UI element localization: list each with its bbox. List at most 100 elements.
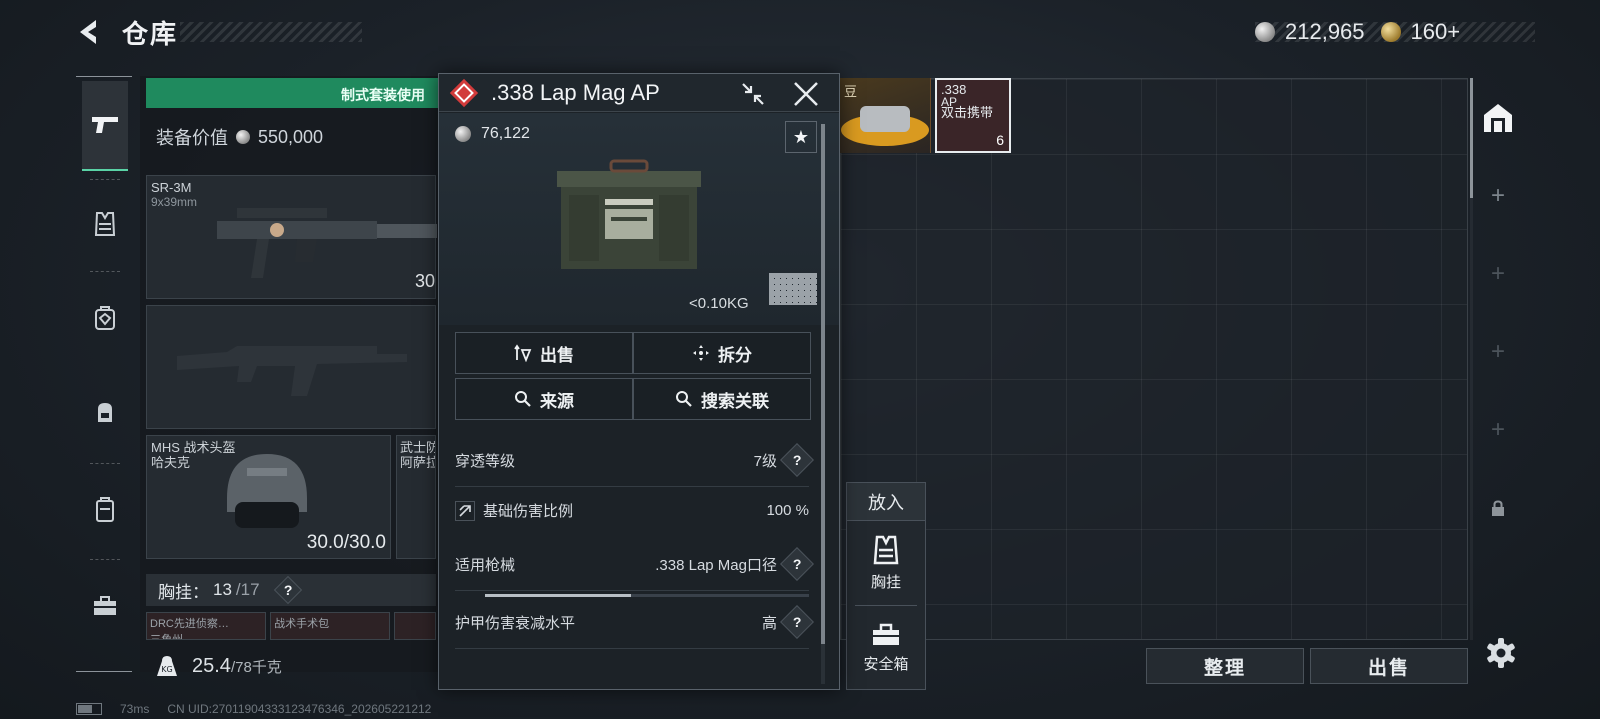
vest-icon: [873, 535, 899, 564]
sell-icon: [514, 344, 532, 362]
storage-grid[interactable]: [840, 78, 1468, 640]
rail-tab-safe-box[interactable]: [82, 561, 128, 651]
put-in-chest-rig-button[interactable]: 胸挂: [847, 521, 925, 605]
storage-item[interactable]: 豆: [840, 78, 931, 153]
sell-button[interactable]: 出售: [455, 332, 633, 374]
premium-balance[interactable]: 160+: [1411, 19, 1461, 45]
helmet-image: [227, 454, 307, 528]
rail-tab-chest-rig[interactable]: [82, 179, 128, 269]
weight-icon: KG: [157, 656, 177, 676]
weight-max: /78千克: [230, 658, 282, 676]
help-icon[interactable]: ?: [780, 443, 814, 477]
stat-base-damage: 基础伤害比例 100 %: [455, 500, 809, 521]
category-rail: [76, 76, 132, 672]
add-storage-icon[interactable]: +: [1476, 174, 1520, 218]
stat-divider: [455, 486, 809, 487]
ping: 73ms: [120, 702, 150, 716]
stat-compatible-weapons: 适用枪械 .338 Lap Mag口径 ?: [455, 547, 814, 581]
armor-faction: 阿萨拉: [400, 455, 436, 470]
add-storage-icon[interactable]: +: [1476, 330, 1520, 374]
damage-ratio-bar: [485, 594, 809, 597]
sell-all-button[interactable]: 出售: [1310, 648, 1468, 684]
weapon-name: SR-3M: [151, 180, 192, 195]
rail-tab-container[interactable]: [82, 465, 128, 555]
detail-scroll-thumb[interactable]: [821, 124, 825, 644]
loadout-banner[interactable]: 制式套装使用: [146, 78, 446, 108]
rail-tab-armor[interactable]: [82, 273, 128, 363]
back-button[interactable]: [74, 16, 106, 48]
source-button[interactable]: 来源: [455, 378, 633, 420]
weight-current: 25.4: [192, 654, 231, 677]
item-price-value: 76,122: [481, 125, 530, 142]
collapse-button[interactable]: [739, 80, 767, 108]
storage-item-selected[interactable]: .338 AP 双击携带 6: [935, 78, 1011, 153]
title-decoration: [180, 22, 362, 42]
weapon-ammo-count: 30: [414, 271, 435, 291]
help-icon[interactable]: ?: [780, 547, 814, 581]
pistol-icon: [92, 117, 118, 133]
chest-item[interactable]: 战术手术包: [270, 612, 391, 640]
armor-name: 武士防: [400, 440, 436, 455]
rifle-image: [217, 208, 437, 278]
coin-balance: 212,965: [1285, 19, 1365, 44]
source-button-label: 来源: [540, 391, 574, 411]
storage-tab-main[interactable]: [1476, 96, 1520, 140]
carry-weight: KG 25.4/78千克: [146, 648, 436, 684]
food-can-image: [841, 106, 929, 146]
disassemble-icon: [693, 345, 709, 361]
rail-tab-backpack[interactable]: [82, 367, 128, 457]
put-in-panel: 放入 胸挂 安全箱: [846, 482, 926, 690]
battery-icon: [76, 703, 102, 715]
search-related-button-label: 搜索关联: [701, 391, 769, 411]
disassemble-button[interactable]: 拆分: [633, 332, 811, 374]
add-storage-icon[interactable]: +: [1476, 408, 1520, 452]
item-preview: 76,122 ★ <0.10KG: [439, 113, 839, 325]
stat-penetration: 穿透等级 7级 ?: [455, 443, 814, 477]
helmet-durability: 30.0/30.0: [306, 532, 386, 553]
back-arrow-icon: [80, 20, 96, 44]
svg-text:KG: KG: [161, 665, 172, 674]
lock-icon[interactable]: [1476, 486, 1520, 530]
rail-tab-weapons[interactable]: [82, 81, 128, 171]
stat-divider: [455, 648, 809, 649]
organize-button[interactable]: 整理: [1146, 648, 1304, 684]
stat-label: 护甲伤害衰减水平: [455, 614, 576, 632]
helmet-slot[interactable]: MHS 战术头盔 哈夫克 30.0/30.0: [146, 435, 391, 559]
search-icon: [676, 391, 692, 407]
primary-weapon-slot[interactable]: SR-3M 9x39mm 30: [146, 175, 437, 299]
help-icon[interactable]: ?: [780, 605, 814, 639]
collapse-arrows-icon: [742, 83, 764, 105]
chest-item[interactable]: [394, 612, 436, 640]
detail-header: .338 Lap Mag AP: [439, 74, 839, 112]
put-in-option-label: 安全箱: [863, 655, 909, 673]
chest-item-sub: 三角州: [150, 634, 183, 640]
add-storage-icon[interactable]: +: [1476, 252, 1520, 296]
backpack-icon: [98, 403, 112, 422]
stat-value: .338 Lap Mag口径: [655, 556, 777, 574]
close-button[interactable]: [791, 79, 821, 109]
coin-icon: [236, 130, 250, 144]
settings-gear-icon[interactable]: [1484, 636, 1518, 670]
disassemble-button-label: 拆分: [718, 345, 752, 365]
put-in-title: 放入: [847, 483, 925, 521]
damage-ratio-fill: [485, 594, 631, 597]
warehouse-icon: [1484, 104, 1512, 132]
armor-slot[interactable]: 武士防 阿萨拉: [396, 435, 436, 559]
toolbox-icon: [873, 623, 899, 645]
favorite-star-icon[interactable]: ★: [785, 121, 817, 153]
help-icon[interactable]: ?: [273, 575, 302, 605]
chest-rig-capacity[interactable]: 胸挂： 13 /17 ?: [146, 574, 436, 606]
stat-armor-damage-falloff: 护甲伤害衰减水平 高 ?: [455, 605, 814, 639]
rarity-diamond-icon: [449, 78, 479, 107]
search-related-button[interactable]: 搜索关联: [633, 378, 811, 420]
user-uid: CN UID:27011904333123476346_202605221212: [167, 702, 432, 716]
secondary-weapon-slot[interactable]: [146, 305, 436, 429]
empty-rifle-silhouette-icon: [177, 346, 407, 396]
chest-item[interactable]: DRC先进侦察… 三角州: [146, 612, 267, 640]
rail-divider: [90, 463, 120, 464]
premium-coin-icon: [1380, 22, 1401, 42]
put-in-safe-box-button[interactable]: 安全箱: [847, 606, 925, 690]
rail-divider: [90, 271, 120, 272]
stat-value: 高: [761, 614, 777, 632]
storage-scroll-thumb[interactable]: [1470, 78, 1473, 198]
